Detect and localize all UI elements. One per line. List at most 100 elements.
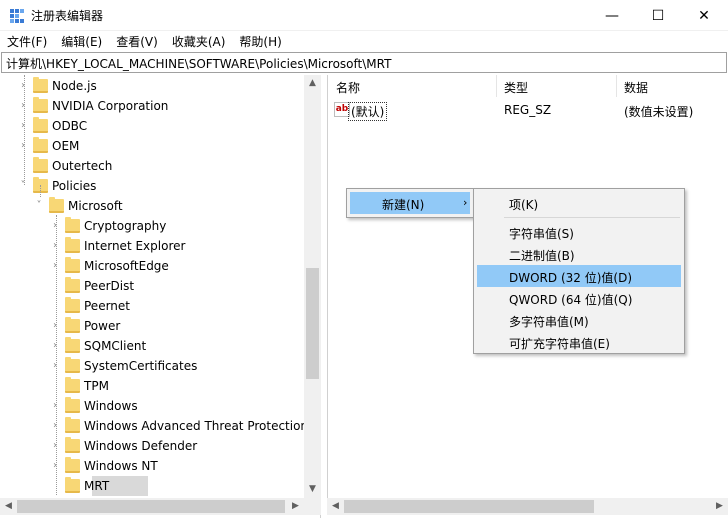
tree-item-label: OEM: [52, 139, 80, 153]
submenu-item[interactable]: 项(K): [477, 192, 681, 214]
submenu-item[interactable]: QWORD (64 位)值(Q): [477, 287, 681, 309]
column-type-header[interactable]: 类型: [504, 79, 528, 96]
expand-icon[interactable]: ›: [49, 356, 61, 376]
folder-icon: [65, 317, 80, 333]
tree-item[interactable]: › SystemCertificates: [0, 356, 304, 376]
tree-vertical-scrollbar[interactable]: ▲ ▼: [304, 75, 321, 498]
expand-icon[interactable]: ›: [49, 396, 61, 416]
scroll-up-icon[interactable]: ▲: [304, 75, 321, 92]
collapse-icon[interactable]: ˅: [17, 176, 29, 196]
menu-favorites[interactable]: 收藏夹(A): [165, 31, 233, 51]
menu-view[interactable]: 查看(V): [109, 31, 165, 51]
tree-item[interactable]: › OEM: [0, 136, 304, 156]
folder-icon: [65, 397, 80, 413]
tree-item[interactable]: › Cryptography: [0, 216, 304, 236]
scroll-right-icon[interactable]: ▶: [287, 498, 304, 515]
tree-item[interactable]: ˅ Microsoft: [0, 196, 304, 216]
key-tree: › Node.js › NVIDIA Corporation › ODBC › OEM Oute…: [0, 75, 321, 518]
expand-icon[interactable]: ›: [49, 416, 61, 436]
minimize-button[interactable]: —: [589, 0, 635, 31]
submenu-item[interactable]: 多字符串值(M): [477, 309, 681, 331]
submenu-item[interactable]: 二进制值(B): [477, 243, 681, 265]
expand-icon[interactable]: ›: [49, 456, 61, 476]
scroll-thumb[interactable]: [17, 500, 285, 513]
submenu-item-label: 字符串值(S): [509, 227, 574, 241]
menu-help[interactable]: 帮助(H): [232, 31, 288, 51]
column-divider[interactable]: [496, 75, 497, 97]
folder-icon: [65, 277, 80, 293]
expand-icon[interactable]: ›: [17, 116, 29, 136]
expand-icon[interactable]: ›: [49, 436, 61, 456]
new-submenu: 项(K) 字符串值(S) 二进制值(B) DWORD (32 位)值(D) QWORD …: [473, 188, 685, 354]
scroll-thumb[interactable]: [344, 500, 594, 513]
expand-icon[interactable]: ›: [49, 216, 61, 236]
scroll-down-icon[interactable]: ▼: [304, 481, 321, 498]
maximize-icon: ☐: [651, 7, 665, 24]
expand-icon[interactable]: ›: [49, 316, 61, 336]
collapse-icon[interactable]: ˅: [33, 196, 45, 216]
menu-edit[interactable]: 编辑(E): [54, 31, 109, 51]
scroll-left-icon[interactable]: ◀: [0, 498, 17, 515]
tree-guide-line: [24, 75, 25, 185]
value-row[interactable]: ab (默认) REG_SZ (数值未设置): [328, 100, 728, 121]
scroll-left-icon[interactable]: ◀: [327, 498, 344, 515]
list-horizontal-scrollbar[interactable]: ◀ ▶: [327, 498, 728, 515]
folder-icon: [65, 257, 80, 273]
tree-item[interactable]: › MicrosoftEdge: [0, 256, 304, 276]
expand-icon[interactable]: ›: [49, 336, 61, 356]
tree-item[interactable]: › NVIDIA Corporation: [0, 96, 304, 116]
address-bar[interactable]: 计算机\HKEY_LOCAL_MACHINE\SOFTWARE\Policies…: [1, 52, 727, 73]
tree-item[interactable]: › Windows: [0, 396, 304, 416]
folder-icon: [33, 157, 48, 173]
tree-item-label: Internet Explorer: [84, 239, 186, 253]
expand-icon[interactable]: ›: [17, 76, 29, 96]
tree-item[interactable]: › Windows NT: [0, 456, 304, 476]
column-data-header[interactable]: 数据: [624, 79, 648, 96]
folder-icon: [33, 117, 48, 133]
tree-item[interactable]: › ODBC: [0, 116, 304, 136]
expand-icon[interactable]: ›: [17, 136, 29, 156]
submenu-item-label: DWORD (32 位)值(D): [509, 271, 632, 285]
tree-item-label: TPM: [84, 379, 109, 393]
tree-item[interactable]: › Internet Explorer: [0, 236, 304, 256]
folder-icon: [65, 477, 80, 493]
tree-item[interactable]: PeerDist: [0, 276, 304, 296]
tree-item[interactable]: › Windows Advanced Threat Protection: [0, 416, 308, 436]
folder-icon: [65, 297, 80, 313]
tree-item[interactable]: TPM: [0, 376, 304, 396]
scroll-right-icon[interactable]: ▶: [711, 498, 728, 515]
expand-icon[interactable]: ›: [49, 236, 61, 256]
tree-item-label: Power: [84, 319, 121, 333]
tree-item-label: Cryptography: [84, 219, 167, 233]
tree-item-label: SQMClient: [84, 339, 147, 353]
tree-horizontal-scrollbar[interactable]: ◀ ▶: [0, 498, 321, 515]
tree-item-label: NVIDIA Corporation: [52, 99, 169, 113]
menu-item-new[interactable]: 新建(N) ›: [350, 192, 470, 214]
folder-icon: [33, 77, 48, 93]
close-icon: ✕: [698, 7, 710, 24]
expand-icon[interactable]: ›: [17, 96, 29, 116]
tree-item-label: PeerDist: [84, 279, 135, 293]
tree-item[interactable]: › Windows Defender: [0, 436, 304, 456]
close-button[interactable]: ✕: [681, 0, 727, 31]
tree-item[interactable]: Peernet: [0, 296, 304, 316]
leaf-spacer: [49, 276, 61, 296]
tree-item[interactable]: › Power: [0, 316, 304, 336]
tree-item[interactable]: › Node.js: [0, 76, 304, 96]
scroll-thumb[interactable]: [306, 268, 319, 379]
column-name-header[interactable]: 名称: [336, 79, 360, 96]
menu-file[interactable]: 文件(F): [0, 31, 54, 51]
submenu-item[interactable]: 字符串值(S): [477, 221, 681, 243]
submenu-item[interactable]: 可扩充字符串值(E): [477, 331, 681, 353]
column-divider[interactable]: [616, 75, 617, 97]
context-menu: 新建(N) ›: [346, 188, 474, 218]
maximize-button[interactable]: ☐: [635, 0, 681, 31]
tree-item[interactable]: Outertech: [0, 156, 304, 176]
tree-item[interactable]: ˅ Policies: [0, 176, 304, 196]
tree-item[interactable]: MRT: [0, 476, 304, 496]
submenu-item-label: QWORD (64 位)值(Q): [509, 293, 633, 307]
folder-icon: [33, 97, 48, 113]
tree-item[interactable]: › SQMClient: [0, 336, 304, 356]
submenu-item[interactable]: DWORD (32 位)值(D): [477, 265, 681, 287]
expand-icon[interactable]: ›: [49, 256, 61, 276]
